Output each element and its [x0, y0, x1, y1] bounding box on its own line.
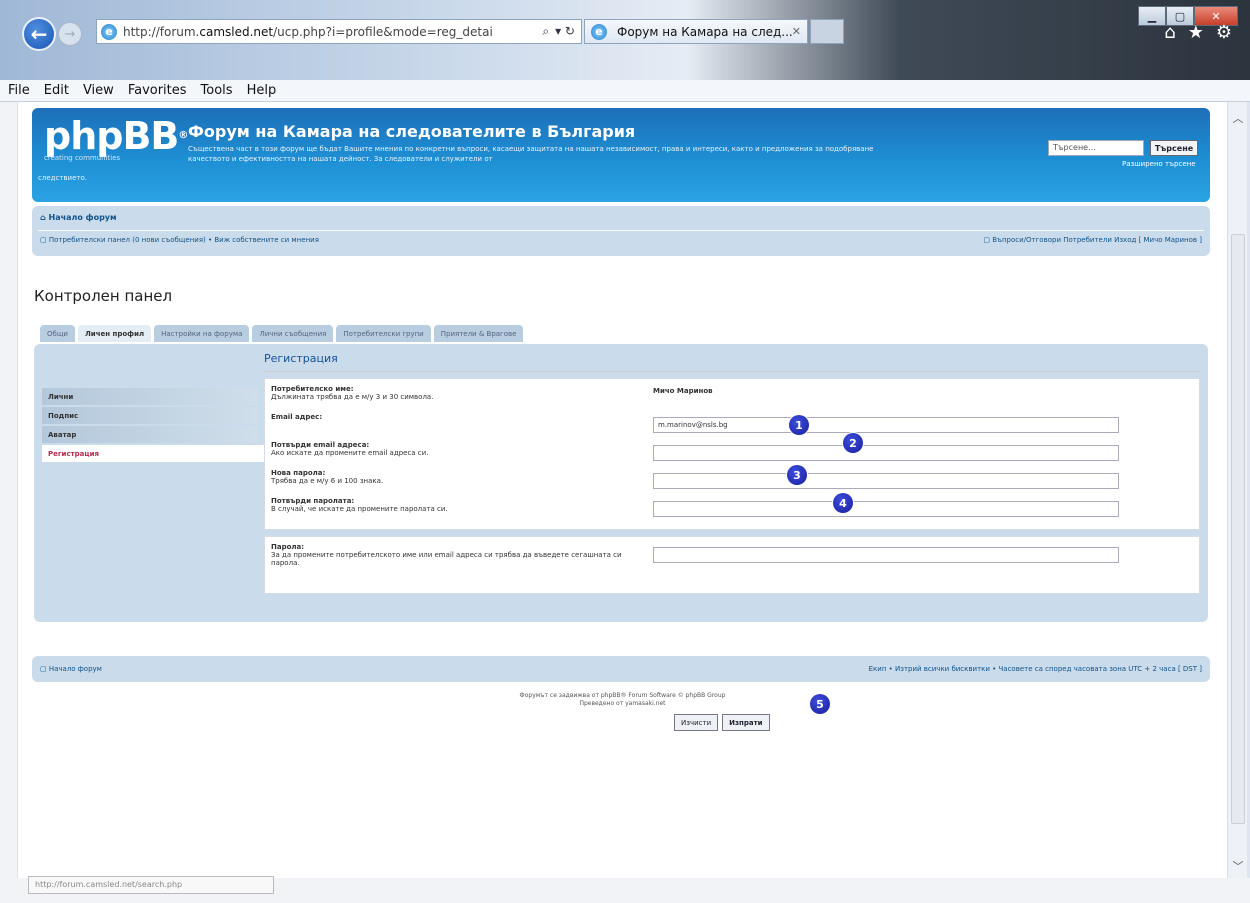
- tab-private-messages[interactable]: Лични съобщения: [252, 325, 334, 342]
- submenu-avatar[interactable]: Аватар: [42, 426, 258, 443]
- browser-tab[interactable]: e Форум на Камара на след... ✕: [584, 19, 808, 44]
- username-row: Потребителско име: Дължината трябва да е …: [271, 383, 1191, 411]
- annotation-marker-2: 2: [843, 433, 863, 453]
- form-buttons: Изчисти Изпрати: [674, 714, 770, 731]
- tab-favicon-icon: e: [591, 23, 607, 40]
- ie-page-icon: e: [101, 23, 117, 40]
- scroll-down-arrow-icon[interactable]: ﹀: [1230, 858, 1246, 874]
- copyright: Форумът се задвижва от phpBB® Forum Soft…: [18, 692, 1227, 708]
- confirm-email-label: Потвърди email адреса: Ако искате да пром…: [271, 441, 641, 457]
- submenu-personal[interactable]: Лични: [42, 388, 258, 405]
- navbar-divider: [38, 230, 1204, 231]
- left-frame-edge: [0, 102, 18, 903]
- minimize-button[interactable]: ▁: [1138, 6, 1166, 26]
- status-tooltip: http://forum.camsled.net/search.php: [28, 876, 274, 894]
- profile-submenu: Лични Подпис Аватар Регистрация: [42, 388, 266, 464]
- email-row: Email адрес: m.marinov@nsls.bg 1: [271, 411, 1191, 439]
- address-bar[interactable]: e http://forum.camsled.net/ucp.php?i=pro…: [96, 19, 582, 44]
- address-search-icon[interactable]: ⌕: [542, 24, 549, 39]
- submenu-registration[interactable]: Регистрация: [42, 445, 266, 462]
- reset-button[interactable]: Изчисти: [674, 714, 719, 731]
- confirm-password-label: Потвърди паролата: В случай, че искате да…: [271, 497, 641, 513]
- tab-close-icon[interactable]: ✕: [792, 25, 801, 38]
- menu-edit[interactable]: Edit: [44, 83, 69, 98]
- new-password-label: Нова парола: Трябва да е м/у 6 и 100 знак…: [271, 469, 641, 485]
- tab-general[interactable]: Общи: [40, 325, 75, 342]
- home-icon[interactable]: ⌂: [1164, 22, 1175, 43]
- site-title: Форум на Камара на следователите в Бълга…: [188, 122, 636, 141]
- confirm-password-row: Потвърди паролата: В случай, че искате да…: [271, 493, 1191, 523]
- tab-board-prefs[interactable]: Настройки на форума: [154, 325, 250, 342]
- page-viewport: phpBB® creating communities Форум на Кам…: [18, 102, 1227, 878]
- forum-navbar: ⌂ Начало форум ▢ Потребителски панел (0 …: [32, 206, 1210, 256]
- registration-form: Регистрация Потребителско име: Дължината …: [264, 352, 1200, 594]
- advanced-search-link[interactable]: Разширено търсене: [1122, 160, 1196, 168]
- settings-gear-icon[interactable]: ⚙: [1216, 22, 1232, 43]
- annotation-marker-4: 4: [833, 493, 853, 513]
- annotation-marker-1: 1: [789, 415, 809, 435]
- email-field[interactable]: m.marinov@nsls.bg: [653, 417, 1119, 433]
- email-label: Email адрес:: [271, 413, 323, 421]
- new-password-row: Нова парола: Трябва да е м/у 6 и 100 знак…: [271, 465, 1191, 495]
- menu-tools[interactable]: Tools: [201, 83, 233, 98]
- tab-usergroups[interactable]: Потребителски групи: [336, 325, 431, 342]
- scroll-up-arrow-icon[interactable]: ︿: [1230, 110, 1246, 126]
- new-tab-button[interactable]: [810, 19, 844, 44]
- menu-favorites[interactable]: Favorites: [128, 83, 187, 98]
- search-input[interactable]: Търсене...: [1048, 140, 1144, 156]
- password-fieldset: Парола: За да промените потребителското и…: [264, 536, 1200, 594]
- form-heading: Регистрация: [264, 352, 1200, 372]
- tab-title: Форум на Камара на след...: [617, 24, 792, 39]
- tab-friends-foes[interactable]: Приятели & Врагове: [433, 325, 524, 342]
- menu-help[interactable]: Help: [247, 83, 277, 98]
- site-description-continued: следствието.: [38, 174, 87, 182]
- confirm-email-row: Потвърди email адреса: Ако искате да пром…: [271, 433, 1191, 467]
- forum-header: phpBB® creating communities Форум на Кам…: [32, 108, 1210, 202]
- back-button[interactable]: ←: [22, 17, 56, 51]
- account-fieldset: Потребителско име: Дължината трябва да е …: [264, 378, 1200, 530]
- confirm-password-field[interactable]: [653, 501, 1119, 517]
- vertical-scrollbar[interactable]: ︿ ﹀: [1227, 102, 1247, 878]
- user-links[interactable]: ▢ Въпроси/Отговори Потребители Изход [ М…: [983, 236, 1202, 244]
- scrollbar-thumb[interactable]: [1231, 234, 1245, 824]
- footer-home-link[interactable]: ▢ Начало форум: [40, 665, 102, 673]
- forward-button[interactable]: →: [58, 22, 82, 46]
- copyright-line-1: Форумът се задвижва от phpBB® Forum Soft…: [519, 692, 726, 699]
- current-password-field[interactable]: [653, 547, 1119, 563]
- username-label: Потребителско име: Дължината трябва да е …: [271, 385, 641, 401]
- menu-bar: File Edit View Favorites Tools Help: [0, 80, 1250, 102]
- copyright-line-2: Преведено от yamasaki.net: [579, 700, 666, 707]
- browser-window: ▁ ▢ ✕ ← → e http://forum.camsled.net/ucp…: [0, 0, 1250, 903]
- footer-navbar: ▢ Начало форум Екип • Изтрий всички биск…: [32, 656, 1210, 682]
- current-password-row: Парола: За да промените потребителското и…: [271, 541, 1191, 587]
- new-password-field[interactable]: [653, 473, 1119, 489]
- menu-view[interactable]: View: [83, 83, 114, 98]
- submenu-signature[interactable]: Подпис: [42, 407, 258, 424]
- confirm-email-hint: Ако искате да промените email адреса си.: [271, 449, 429, 457]
- tab-profile[interactable]: Личен профил: [77, 325, 152, 342]
- new-password-hint: Трябва да е м/у 6 и 100 знака.: [271, 477, 384, 485]
- favorites-star-icon[interactable]: ★: [1188, 22, 1204, 43]
- page-title: Контролен панел: [34, 287, 173, 305]
- confirm-email-field[interactable]: [653, 445, 1119, 461]
- breadcrumb-home[interactable]: ⌂ Начало форум: [40, 213, 117, 222]
- site-description: Съществена част в този форум ще бъдат Ва…: [188, 145, 874, 163]
- ucp-links[interactable]: ▢ Потребителски панел (0 нови съобщения)…: [40, 236, 319, 244]
- footer-links[interactable]: Екип • Изтрий всички бисквитки • Часовет…: [869, 665, 1202, 673]
- confirm-password-hint: В случай, че искате да промените паролат…: [271, 505, 448, 513]
- control-panel-tabs: Общи Личен профил Настройки на форума Ли…: [40, 325, 524, 342]
- current-password-hint: За да промените потребителското име или …: [271, 551, 622, 567]
- current-password-label: Парола: За да промените потребителското и…: [271, 543, 631, 567]
- address-url[interactable]: http://forum.camsled.net/ucp.php?i=profi…: [123, 25, 536, 39]
- refresh-icon[interactable]: ▾ ↻: [555, 24, 575, 39]
- browser-titlebar: ▁ ▢ ✕ ← → e http://forum.camsled.net/ucp…: [0, 0, 1250, 80]
- username-value: Мичо Маринов: [653, 387, 713, 395]
- search-button[interactable]: Търсене: [1150, 140, 1198, 156]
- submit-button[interactable]: Изпрати: [722, 714, 770, 731]
- username-hint: Дължината трябва да е м/у 3 и 30 символа…: [271, 393, 434, 401]
- phpbb-logo[interactable]: phpBB® creating communities: [44, 116, 188, 162]
- annotation-marker-3: 3: [787, 465, 807, 485]
- menu-file[interactable]: File: [8, 83, 30, 98]
- control-panel: Лични Подпис Аватар Регистрация Регистра…: [34, 344, 1208, 731]
